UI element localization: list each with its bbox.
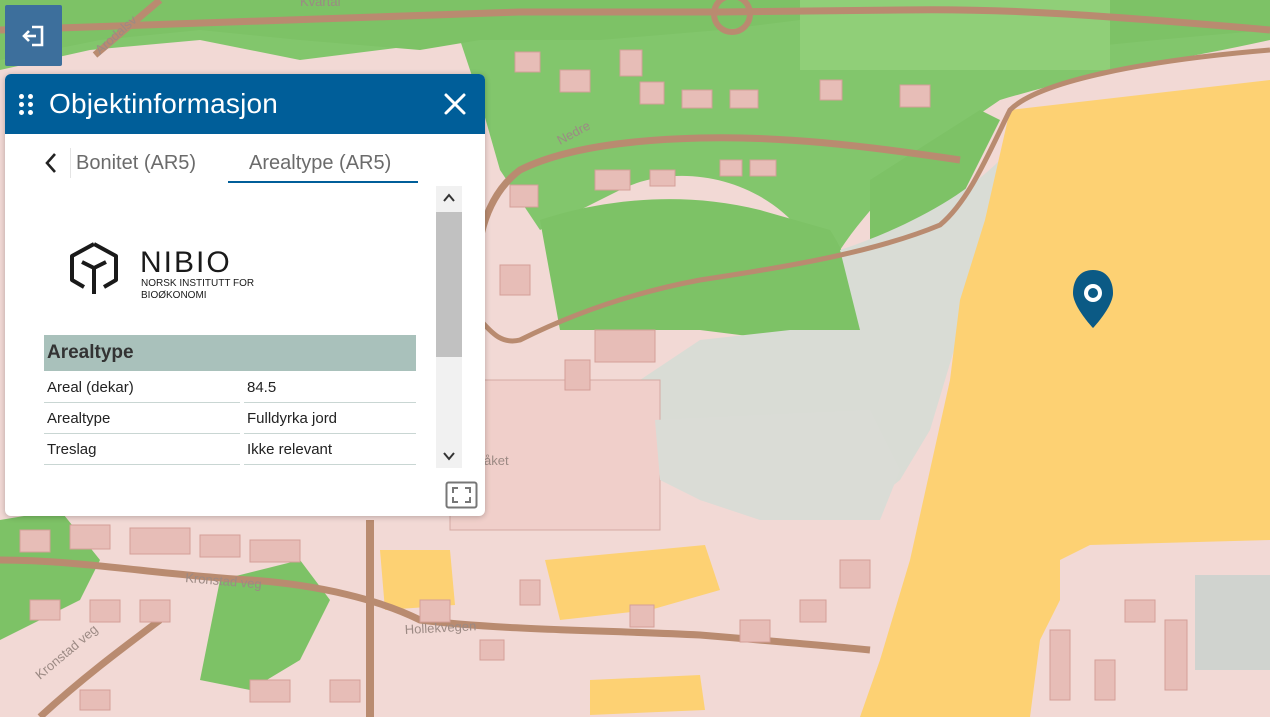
expand-button[interactable] — [445, 481, 478, 509]
table-row: Arealtype Fulldyrka jord — [44, 403, 416, 434]
exit-arrow-icon — [21, 25, 43, 46]
tab-back-button[interactable] — [31, 148, 71, 178]
chevron-down-icon — [443, 452, 455, 461]
panel-title: Objektinformasjon — [49, 88, 279, 119]
tab-bar: Bonitet (AR5) Arealtype (AR5) — [5, 134, 485, 186]
logo-line2-text: BIOØKONOMI — [141, 290, 207, 298]
row-key: Treslag — [47, 441, 97, 458]
scroll-up-button[interactable] — [436, 186, 462, 210]
map-label-braket: åket — [484, 453, 509, 468]
active-tab-indicator — [228, 181, 418, 183]
table-row: Treslag Ikke relevant — [44, 434, 416, 465]
table-heading: Arealtype — [44, 335, 416, 371]
row-value: Ikke relevant — [247, 441, 333, 458]
chevron-left-icon — [44, 153, 56, 173]
nibio-logo: NIBIO NORSK INSTITUTT FOR BIOØKONOMI — [68, 238, 288, 301]
chevron-up-icon — [443, 193, 455, 202]
table-row: Areal (dekar) 84.5 — [44, 372, 416, 403]
row-key: Arealtype — [47, 410, 111, 427]
tab-bonitet[interactable]: Bonitet (AR5) — [76, 152, 196, 175]
scroll-down-button[interactable] — [436, 444, 462, 468]
close-button[interactable] — [439, 88, 471, 120]
row-key: Areal (dekar) — [47, 379, 134, 396]
logo-name-text: NIBIO — [140, 246, 232, 279]
object-info-panel: Objektinformasjon Bonitet (AR5) Arealtyp… — [5, 74, 485, 516]
tab-arealtype[interactable]: Arealtype (AR5) — [249, 152, 391, 175]
drag-handle-icon[interactable] — [19, 93, 35, 115]
scroll-thumb[interactable] — [436, 212, 462, 357]
map-label-kvartal: Kvartal — [300, 0, 341, 9]
content-scrollbar[interactable] — [436, 186, 462, 468]
exit-button[interactable] — [5, 5, 62, 66]
row-value: 84.5 — [247, 379, 277, 396]
close-icon — [444, 93, 466, 115]
logo-line1-text: NORSK INSTITUTT FOR — [141, 278, 254, 289]
row-value: Fulldyrka jord — [247, 410, 338, 427]
info-content: NIBIO NORSK INSTITUTT FOR BIOØKONOMI Are… — [30, 186, 438, 468]
panel-header: Objektinformasjon — [5, 74, 485, 134]
nibio-logo-mark: NIBIO NORSK INSTITUTT FOR BIOØKONOMI — [70, 242, 254, 301]
expand-icon — [445, 481, 478, 509]
